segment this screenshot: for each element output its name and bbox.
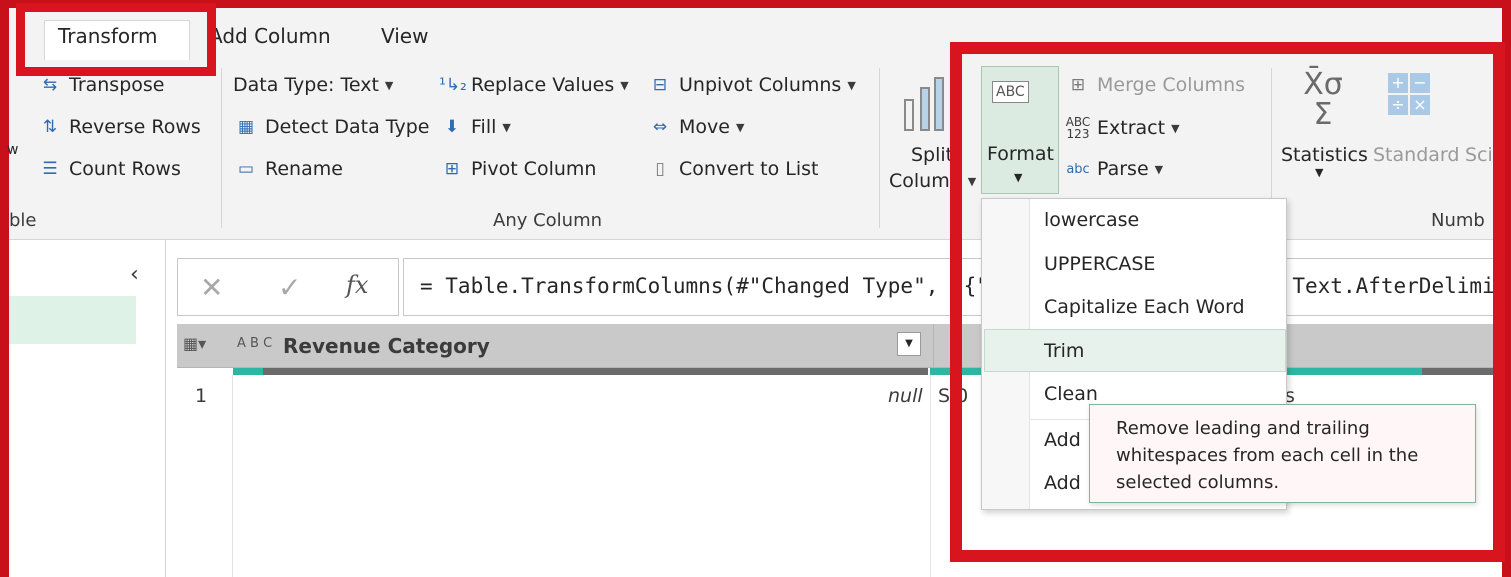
selected-query[interactable]	[9, 296, 136, 344]
reverse-rows-button[interactable]: ⇅ Reverse Rows	[37, 116, 201, 138]
cell-null[interactable]: null	[888, 385, 923, 407]
frame-left	[0, 0, 9, 577]
fill-down-icon: ⬇	[444, 117, 460, 137]
row-number-divider	[232, 375, 233, 577]
frame-top	[0, 0, 1511, 8]
partial-button-left[interactable]: w	[7, 142, 18, 158]
chevron-down-icon: ▼	[735, 120, 745, 134]
tab-view[interactable]: View	[381, 24, 428, 48]
split-column-line1[interactable]: Split	[911, 144, 953, 166]
split-column-icon	[901, 74, 951, 134]
column-quality-valid	[233, 368, 263, 375]
table-group-label: ble	[9, 210, 37, 231]
row-number: 1	[195, 385, 208, 407]
convert-to-list-button[interactable]: ▯ Convert to List	[647, 158, 819, 180]
unpivot-columns-icon: ⊟	[652, 75, 668, 95]
cancel-icon[interactable]: ✕	[200, 271, 223, 304]
replace-values-button[interactable]: ¹↳₂ Replace Values ▼	[439, 74, 629, 96]
detect-data-type-label: Detect Data Type	[265, 116, 430, 138]
detect-data-type-icon: ▦	[237, 117, 255, 137]
count-rows-button[interactable]: ☰ Count Rows	[37, 158, 181, 180]
move-icon: ⇔	[652, 117, 668, 137]
transpose-icon: ⇆	[42, 75, 58, 95]
unpivot-columns-button[interactable]: ⊟ Unpivot Columns ▼	[647, 74, 856, 96]
reverse-rows-label: Reverse Rows	[69, 116, 201, 138]
count-rows-label: Count Rows	[69, 158, 181, 180]
unpivot-columns-label: Unpivot Columns	[679, 74, 842, 96]
convert-to-list-label: Convert to List	[679, 158, 819, 180]
count-rows-icon: ☰	[42, 159, 58, 179]
pivot-column-label: Pivot Column	[471, 158, 597, 180]
pivot-column-icon: ⊞	[444, 159, 460, 179]
rename-label: Rename	[265, 158, 343, 180]
collapse-pane-icon[interactable]: ‹	[130, 262, 139, 287]
fill-label: Fill	[471, 116, 497, 138]
column-type-icon[interactable]: A B C	[237, 336, 272, 351]
transpose-button[interactable]: ⇆ Transpose	[37, 74, 165, 96]
chevron-down-icon: ▼	[847, 78, 856, 92]
ribbon-separator	[879, 68, 880, 228]
queries-pane	[9, 240, 166, 577]
any-column-group-label: Any Column	[493, 210, 603, 231]
detect-data-type-button[interactable]: ▦ Detect Data Type	[233, 116, 429, 138]
highlight-transform-tab	[16, 3, 216, 76]
ribbon-separator	[221, 68, 222, 228]
reverse-rows-icon: ⇅	[42, 117, 58, 137]
column-divider	[933, 324, 934, 368]
rename-icon: ▭	[237, 159, 255, 179]
formula-buttons: ✕ ✓ fx	[177, 258, 399, 316]
column-divider	[930, 375, 931, 577]
column-header-revenue-category[interactable]: Revenue Category	[283, 334, 490, 358]
column-filter-dropdown[interactable]: ▼	[897, 332, 921, 356]
move-button[interactable]: ⇔ Move ▼	[647, 116, 745, 138]
tab-add-column[interactable]: Add Column	[209, 24, 331, 48]
chevron-down-icon: ▼	[620, 78, 629, 92]
replace-values-label: Replace Values	[471, 74, 615, 96]
fill-button[interactable]: ⬇ Fill ▼	[439, 116, 511, 138]
data-type-dropdown[interactable]: Data Type: Text ▼	[233, 74, 393, 96]
pivot-column-button[interactable]: ⊞ Pivot Column	[439, 158, 597, 180]
confirm-icon[interactable]: ✓	[278, 271, 301, 304]
chevron-down-icon: ▼	[502, 120, 511, 134]
column-quality-empty	[263, 368, 928, 375]
transpose-label: Transpose	[69, 74, 165, 96]
highlight-format-menu	[950, 42, 1505, 562]
table-menu-icon[interactable]: ▦▾	[183, 334, 206, 353]
list-icon: ▯	[655, 159, 665, 179]
data-type-label: Data Type: Text	[233, 74, 379, 96]
replace-values-icon: ¹↳₂	[439, 75, 467, 95]
rename-button[interactable]: ▭ Rename	[233, 158, 343, 180]
move-label: Move	[679, 116, 730, 138]
chevron-down-icon: ▼	[384, 78, 394, 92]
fx-icon[interactable]: fx	[346, 271, 368, 299]
